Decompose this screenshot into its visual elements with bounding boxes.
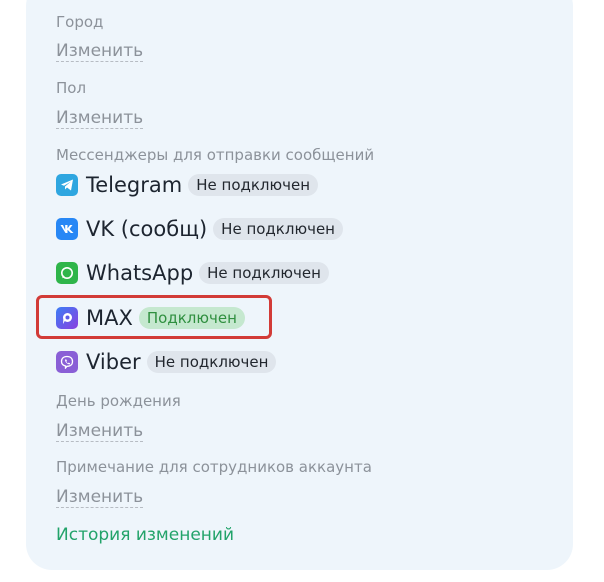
whatsapp-icon <box>56 262 78 284</box>
status-badge: Не подключен <box>213 218 343 240</box>
history-link[interactable]: История изменений <box>56 525 234 545</box>
highlight-frame <box>36 295 272 339</box>
birthday-label: День рождения <box>56 392 181 410</box>
messenger-name: Viber <box>86 350 141 374</box>
note-change-link[interactable]: Изменить <box>56 487 144 508</box>
messenger-name: WhatsApp <box>86 261 194 285</box>
status-badge: Не подключен <box>199 262 329 284</box>
note-label: Примечание для сотрудников аккаунта <box>56 458 372 476</box>
messenger-row-viber[interactable]: Viber Не подключен <box>56 349 277 375</box>
birthday-change-link[interactable]: Изменить <box>56 421 144 442</box>
status-badge: Не подключен <box>146 351 277 373</box>
messengers-label: Мессенджеры для отправки сообщений <box>56 146 375 164</box>
messenger-name: Telegram <box>86 173 183 197</box>
messenger-row-vk[interactable]: VK (сообщ) Не подключен <box>56 216 343 242</box>
status-badge: Не подключен <box>188 174 319 196</box>
gender-change-link[interactable]: Изменить <box>56 108 144 129</box>
messenger-row-whatsapp[interactable]: WhatsApp Не подключен <box>56 260 329 286</box>
telegram-icon <box>56 174 78 196</box>
messenger-name: VK (сообщ) <box>86 217 208 241</box>
vk-icon <box>56 218 78 240</box>
gender-label: Пол <box>56 79 87 97</box>
city-label: Город <box>56 13 104 31</box>
city-change-link[interactable]: Изменить <box>56 41 144 62</box>
messenger-row-telegram[interactable]: Telegram Не подключен <box>56 172 319 198</box>
viber-icon <box>56 351 78 373</box>
